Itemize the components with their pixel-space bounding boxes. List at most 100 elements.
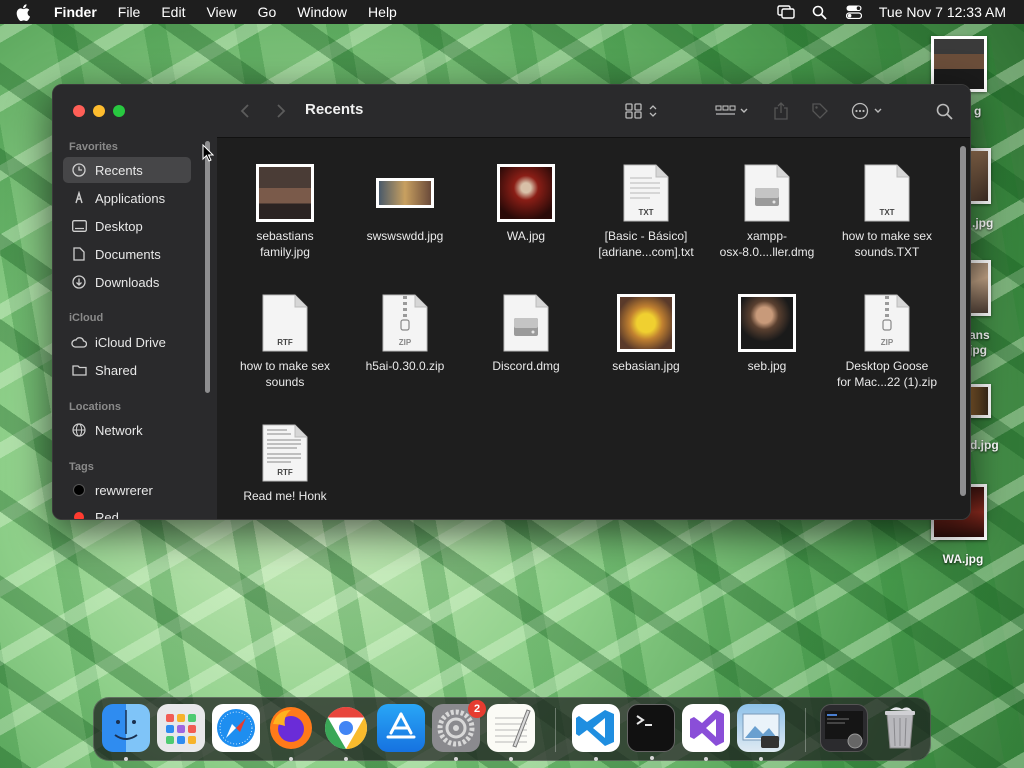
- dock-separator: [555, 708, 556, 752]
- sidebar-header-icloud: iCloud: [69, 312, 104, 324]
- dock-app-finder[interactable]: [102, 704, 150, 761]
- running-indicator: [344, 757, 348, 761]
- forward-button[interactable]: [271, 101, 291, 121]
- dock-app-preview[interactable]: [737, 704, 785, 761]
- dock-app-vscode[interactable]: [572, 704, 620, 761]
- dock-app-visual-studio[interactable]: [682, 704, 730, 761]
- sidebar-item-documents[interactable]: Documents: [63, 241, 191, 267]
- dock: 2: [93, 697, 931, 761]
- file-ext-label: RTF: [277, 468, 293, 477]
- menu-view[interactable]: View: [206, 4, 236, 20]
- sidebar-item-label: Desktop: [95, 218, 143, 234]
- sidebar-item-applications[interactable]: Applications: [63, 185, 191, 211]
- running-indicator: [509, 757, 513, 761]
- sidebar-tag-rewwrerer[interactable]: rewwrerer: [63, 477, 191, 503]
- menu-help[interactable]: Help: [368, 4, 397, 20]
- sidebar-header-tags: Tags: [69, 461, 94, 473]
- file-name: how to make sex sounds.TXT: [841, 229, 933, 259]
- file-name: Discord.dmg: [492, 359, 560, 373]
- finder-window: Favorites Recents Applications Desktop D…: [52, 84, 971, 520]
- dock-app-textedit[interactable]: [487, 704, 535, 761]
- dock-app-launchpad[interactable]: [157, 704, 205, 752]
- sidebar-scrollbar[interactable]: [205, 141, 210, 393]
- dock-app-terminal[interactable]: [627, 704, 675, 760]
- dock-app-firefox[interactable]: [267, 704, 315, 761]
- notification-badge: 2: [468, 700, 486, 718]
- running-indicator: [454, 757, 458, 761]
- sidebar-item-label: Downloads: [95, 274, 160, 290]
- menu-clock[interactable]: Tue Nov 7 12:33 AM: [879, 4, 1006, 20]
- file-item[interactable]: sebasian.jpg: [586, 294, 706, 374]
- menu-window[interactable]: Window: [297, 4, 347, 20]
- desktop-item-label: .jpg: [972, 216, 994, 230]
- more-actions-button[interactable]: [849, 101, 889, 121]
- menu-app-name[interactable]: Finder: [54, 4, 97, 20]
- control-center-icon[interactable]: [845, 4, 863, 20]
- file-thumbnail: [617, 294, 675, 352]
- file-item[interactable]: sebastians family.jpg: [225, 164, 345, 260]
- minimize-button[interactable]: [93, 105, 105, 117]
- search-icon[interactable]: [933, 101, 955, 121]
- finder-sidebar: Favorites Recents Applications Desktop D…: [53, 85, 218, 519]
- dock-app-safari[interactable]: [212, 704, 260, 752]
- file-name: swswswdd.jpg: [366, 229, 444, 243]
- file-name: h5ai-0.30.0.zip: [365, 359, 445, 373]
- apple-menu-icon[interactable]: [16, 2, 36, 22]
- mouse-cursor-icon: [202, 143, 215, 167]
- screen-mirroring-icon[interactable]: [777, 4, 795, 20]
- file-thumbnail-wrap: [345, 164, 465, 222]
- content-scrollbar[interactable]: [960, 146, 966, 496]
- running-indicator: [704, 757, 708, 761]
- dock-app-app-store[interactable]: [377, 704, 425, 752]
- desktop-item-label: ans jpg: [969, 328, 990, 357]
- file-item[interactable]: seb.jpg: [707, 294, 827, 374]
- tag-icon[interactable]: [809, 101, 831, 121]
- file-item[interactable]: RTF Read me! Honk: [225, 424, 345, 504]
- spotlight-search-icon[interactable]: [811, 4, 829, 20]
- file-item[interactable]: swswswdd.jpg: [345, 164, 465, 244]
- share-icon[interactable]: [771, 101, 791, 121]
- group-by-button[interactable]: [713, 101, 753, 121]
- file-item[interactable]: WA.jpg: [466, 164, 586, 244]
- file-grid: sebastians family.jpg swswswdd.jpg WA.jp…: [217, 138, 970, 519]
- sidebar-item-downloads[interactable]: Downloads: [63, 269, 191, 295]
- dock-app-system-settings[interactable]: 2: [432, 700, 486, 761]
- desktop-item-label: d.jpg: [970, 438, 999, 452]
- file-item[interactable]: ZIP Desktop Goose for Mac...22 (1).zip: [827, 294, 947, 390]
- sidebar-item-label: Shared: [95, 362, 137, 378]
- shared-folder-icon: [71, 362, 87, 378]
- menu-go[interactable]: Go: [258, 4, 277, 20]
- sidebar-header-favorites: Favorites: [69, 141, 118, 153]
- sidebar-item-label: Documents: [95, 246, 161, 262]
- sidebar-item-desktop[interactable]: Desktop: [63, 213, 191, 239]
- back-button[interactable]: [235, 101, 255, 121]
- file-thumbnail: [497, 164, 555, 222]
- sidebar-item-label: Network: [95, 422, 143, 438]
- dock-app-trash[interactable]: [876, 704, 924, 752]
- zoom-button[interactable]: [113, 105, 125, 117]
- sidebar-item-shared[interactable]: Shared: [63, 357, 191, 383]
- sidebar-item-icloud-drive[interactable]: iCloud Drive: [63, 329, 191, 355]
- disk-image-icon: [743, 164, 791, 222]
- file-item[interactable]: ZIP h5ai-0.30.0.zip: [345, 294, 465, 374]
- close-button[interactable]: [73, 105, 85, 117]
- file-item[interactable]: xampp- osx-8.0....ller.dmg: [707, 164, 827, 260]
- file-ext-label: RTF: [277, 338, 293, 347]
- file-item[interactable]: Discord.dmg: [466, 294, 586, 374]
- window-title: Recents: [305, 101, 364, 118]
- dock-app-chrome[interactable]: [322, 704, 370, 761]
- menu-edit[interactable]: Edit: [161, 4, 185, 20]
- sidebar-item-recents[interactable]: Recents: [63, 157, 191, 183]
- file-item[interactable]: TXT [Basic - Básico] [adriane...com].txt: [586, 164, 706, 260]
- file-name: sebastians family.jpg: [256, 229, 314, 259]
- sidebar-tag-red[interactable]: Red: [63, 504, 191, 519]
- desktop-icon: [71, 218, 87, 234]
- dock-stack-downloads[interactable]: [820, 704, 868, 752]
- file-item[interactable]: TXT how to make sex sounds.TXT: [827, 164, 947, 260]
- sidebar-item-label: iCloud Drive: [95, 334, 166, 350]
- sidebar-item-network[interactable]: Network: [63, 417, 191, 443]
- menu-file[interactable]: File: [118, 4, 141, 20]
- view-mode-button[interactable]: [623, 101, 663, 121]
- file-item[interactable]: RTF how to make sex sounds: [225, 294, 345, 390]
- file-name: how to make sex sounds: [239, 359, 331, 389]
